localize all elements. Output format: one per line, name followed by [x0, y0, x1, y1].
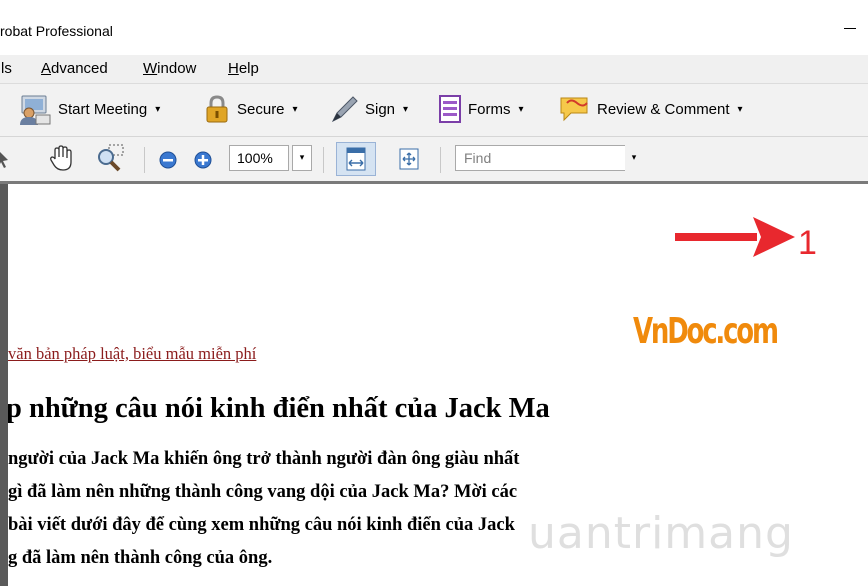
- chevron-down-icon: ▾: [403, 103, 409, 115]
- chevron-down-icon: ▾: [155, 103, 161, 115]
- toolbar-separator: [323, 147, 324, 173]
- arrow-right-icon: [675, 217, 795, 257]
- menu-advanced[interactable]: Advanced: [41, 60, 108, 77]
- toolbar-separator: [144, 147, 145, 173]
- chevron-down-icon: ▾: [518, 103, 524, 115]
- chevron-down-icon: ▾: [292, 103, 298, 115]
- menu-window[interactable]: Window: [143, 60, 196, 77]
- paragraph-line: bài viết dưới đây để cùng xem những câu …: [8, 515, 515, 535]
- sign-button[interactable]: Sign ▾: [329, 93, 408, 125]
- paragraph-line: g đã làm nên thành công của ông.: [8, 548, 273, 568]
- forms-label: Forms: [468, 100, 511, 118]
- pen-icon: [331, 96, 358, 123]
- chevron-down-icon: ▾: [631, 153, 637, 163]
- zoom-in-icon[interactable]: [192, 149, 214, 171]
- start-meeting-label: Start Meeting: [58, 100, 148, 118]
- title-bar: robat Professional: [0, 0, 868, 55]
- fit-width-button[interactable]: [336, 142, 376, 176]
- task-toolbar: Start Meeting ▾ Secure ▾ Sign ▾ Forms ▾: [0, 84, 868, 137]
- chevron-down-icon: ▾: [299, 153, 305, 163]
- secure-button[interactable]: Secure ▾: [203, 93, 298, 125]
- select-tool-icon[interactable]: [0, 146, 12, 172]
- window-title: robat Professional: [0, 23, 113, 39]
- watermark: uantrimang: [528, 508, 794, 559]
- document-link[interactable]: văn bản pháp luật, biểu mẫu miễn phí: [8, 344, 256, 364]
- menu-help[interactable]: Help: [228, 60, 259, 77]
- vndoc-logo: VnDoc.com: [633, 311, 779, 352]
- toolbar-separator: [440, 147, 441, 173]
- zoom-out-icon[interactable]: [157, 149, 179, 171]
- form-icon: [439, 95, 461, 123]
- chevron-down-icon: ▾: [737, 103, 743, 115]
- document-page[interactable]: 1 VnDoc.com văn bản pháp luật, biểu mẫu …: [8, 184, 868, 586]
- menu-bar: ls Advanced Window Help: [0, 55, 868, 84]
- sign-label: Sign: [365, 100, 396, 118]
- marquee-zoom-icon[interactable]: [94, 143, 128, 173]
- navigation-toolbar: 100% ▾ Find ▾: [0, 137, 868, 184]
- zoom-dropdown-button[interactable]: ▾: [292, 145, 312, 171]
- review-comment-label: Review & Comment: [597, 100, 730, 118]
- forms-button[interactable]: Forms ▾: [438, 93, 524, 125]
- start-meeting-button[interactable]: Start Meeting ▾: [18, 93, 160, 125]
- paragraph-line: người của Jack Ma khiến ông trở thành ng…: [8, 449, 520, 469]
- document-pane-edge: [0, 184, 8, 586]
- secure-label: Secure: [237, 100, 285, 118]
- find-dropdown-button[interactable]: ▾: [625, 145, 643, 171]
- meeting-icon: [20, 95, 51, 125]
- comment-icon: [560, 97, 588, 122]
- zoom-level-input[interactable]: 100%: [229, 145, 289, 171]
- menu-tools[interactable]: ls: [1, 60, 12, 77]
- full-screen-icon[interactable]: [396, 145, 422, 173]
- minimize-button[interactable]: [844, 28, 856, 29]
- annotation-number: 1: [798, 224, 817, 262]
- hand-tool-icon[interactable]: [46, 143, 76, 173]
- document-heading: p những câu nói kinh điển nhất của Jack …: [8, 393, 550, 424]
- find-input[interactable]: Find: [455, 145, 627, 171]
- lock-icon: [206, 95, 228, 123]
- paragraph-line: gì đã làm nên những thành công vang dội …: [8, 482, 518, 502]
- review-comment-button[interactable]: Review & Comment ▾: [557, 93, 743, 125]
